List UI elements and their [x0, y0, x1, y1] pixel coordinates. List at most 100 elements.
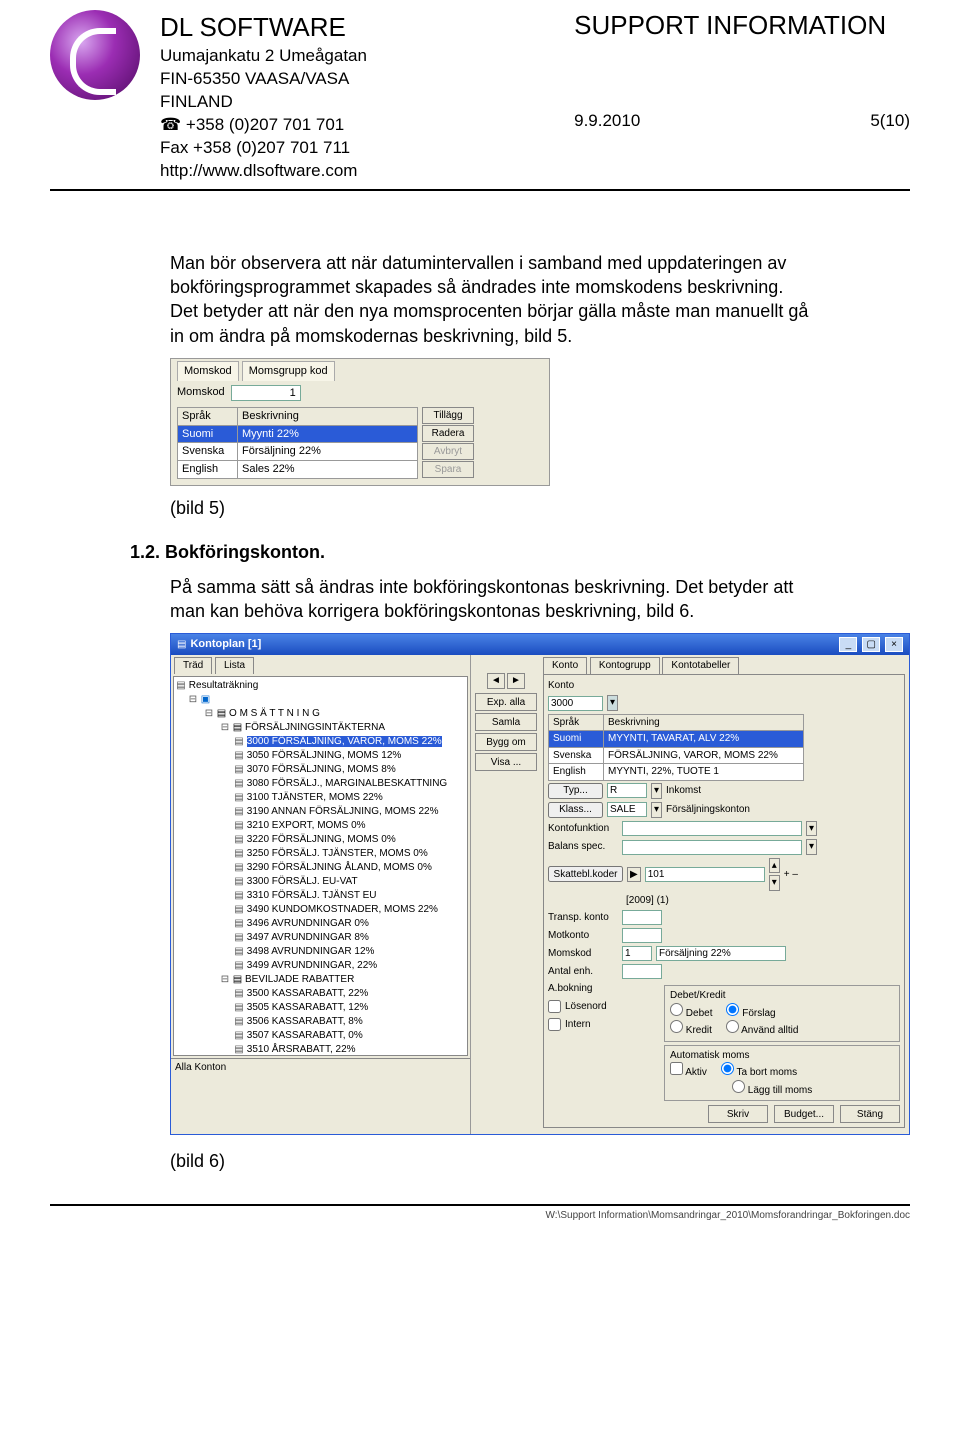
close-icon[interactable]: ×: [885, 637, 903, 652]
doc-icon: ▤: [234, 735, 244, 749]
paragraph: På samma sätt så ändras inte bokföringsk…: [170, 575, 810, 624]
table-row[interactable]: SvenskaFÖRSÄLJNING, VAROR, MOMS 22%: [549, 747, 804, 764]
tab-momskod[interactable]: Momskod: [177, 361, 239, 381]
plus-minus-icon[interactable]: + –: [784, 868, 798, 882]
col-desc: Beskrivning: [238, 407, 418, 425]
motkonto-input[interactable]: [622, 928, 662, 943]
tree-item[interactable]: ▤ 3496 AVRUNDNINGAR 0%: [234, 917, 465, 931]
next-icon[interactable]: ►: [507, 673, 525, 689]
tree-item[interactable]: ▤ 3497 AVRUNDNINGAR 8%: [234, 931, 465, 945]
table-row[interactable]: SuomiMYYNTI, TAVARAT, ALV 22%: [549, 731, 804, 748]
klass-input[interactable]: [607, 802, 647, 817]
typ-input[interactable]: [607, 783, 647, 798]
scroll-up-icon[interactable]: ▴: [769, 858, 780, 874]
doc-icon: ▤: [234, 805, 244, 819]
stang-button[interactable]: Stäng: [840, 1105, 900, 1123]
momskod-input[interactable]: [231, 385, 301, 401]
account-tree[interactable]: ▤ Resultaträkning ⊟ ▣ ⊟ ▤ O M S Ä T T N …: [173, 676, 468, 1056]
typ-button[interactable]: Typ...: [548, 783, 603, 799]
tree-item[interactable]: ▤ 3050 FÖRSÄLJNING, MOMS 12%: [234, 749, 465, 763]
tab-lista[interactable]: Lista: [215, 657, 254, 674]
tree-item[interactable]: ▤ 3506 KASSARABATT, 8%: [234, 1015, 465, 1029]
prev-icon[interactable]: ◄: [487, 673, 505, 689]
tree-item[interactable]: ▤ 3250 FÖRSÄLJ. TJÄNSTER, MOMS 0%: [234, 847, 465, 861]
momskod-desc-input[interactable]: [656, 946, 786, 961]
dropdown-icon[interactable]: ▾: [651, 783, 662, 799]
table-row[interactable]: SuomiMyynti 22%: [178, 425, 418, 443]
tree-item[interactable]: ▤ 3499 AVRUNDNINGAR, 22%: [234, 959, 465, 973]
kredit-radio[interactable]: [670, 1020, 683, 1033]
expand-all-button[interactable]: Exp. alla: [475, 693, 537, 711]
losen-checkbox[interactable]: [548, 999, 561, 1014]
skatt-input[interactable]: [645, 867, 765, 882]
tab-kontogrupp[interactable]: Kontogrupp: [590, 657, 660, 674]
tree-item[interactable]: ▤ 3210 EXPORT, MOMS 0%: [234, 819, 465, 833]
table-row[interactable]: SvenskaFörsäljning 22%: [178, 443, 418, 461]
tabort-radio[interactable]: [721, 1062, 734, 1075]
klass-button[interactable]: Klass...: [548, 802, 603, 818]
budget-button[interactable]: Budget...: [774, 1105, 834, 1123]
tab-trad[interactable]: Träd: [174, 657, 212, 674]
tab-kontotabeller[interactable]: Kontotabeller: [662, 657, 739, 674]
minimize-icon[interactable]: _: [839, 637, 857, 652]
tree-item[interactable]: ▤ 3080 FÖRSÄLJ., MARGINALBESKATTNING: [234, 777, 465, 791]
skriv-button[interactable]: Skriv: [708, 1105, 768, 1123]
tree-item[interactable]: ▤ 3000 FÖRSÄLJNING, VAROR, MOMS 22%: [234, 735, 465, 749]
rebuild-button[interactable]: Bygg om: [475, 733, 537, 751]
momskod-input[interactable]: [622, 946, 652, 961]
tree-item[interactable]: ▤ 3500 KASSARABATT, 22%: [234, 987, 465, 1001]
konto-label: Konto: [548, 679, 618, 693]
minus-icon[interactable]: ⊟: [220, 973, 230, 987]
skatt-button[interactable]: Skattebl.koder: [548, 866, 623, 882]
delete-button[interactable]: Radera: [422, 425, 474, 442]
alltid-radio[interactable]: [726, 1020, 739, 1033]
tree-item[interactable]: ▤ 3510 ÅRSRABATT, 22%: [234, 1043, 465, 1056]
intern-checkbox[interactable]: [548, 1017, 561, 1032]
tree-item[interactable]: ▤ 3498 AVRUNDNINGAR 12%: [234, 945, 465, 959]
transp-input[interactable]: [622, 910, 662, 925]
aktiv-checkbox[interactable]: [670, 1062, 683, 1075]
tree-item[interactable]: ▤ 3070 FÖRSÄLJNING, MOMS 8%: [234, 763, 465, 777]
collapse-button[interactable]: Samla: [475, 713, 537, 731]
tree-item[interactable]: ▤ 3505 KASSARABATT, 12%: [234, 1001, 465, 1015]
dropdown-icon[interactable]: ▾: [651, 802, 662, 818]
col-lang: Språk: [549, 714, 604, 731]
antal-input[interactable]: [622, 964, 662, 979]
show-button[interactable]: Visa ...: [475, 753, 537, 771]
dropdown-icon[interactable]: ▾: [607, 695, 618, 711]
momskod-label: Momskod: [177, 385, 225, 400]
tree-item[interactable]: ▤ 3310 FÖRSÄLJ. TJÄNST EU: [234, 889, 465, 903]
tree-item[interactable]: ▤ 3100 TJÄNSTER, MOMS 22%: [234, 791, 465, 805]
tree-item[interactable]: ▤ 3290 FÖRSÄLJNING ÅLAND, MOMS 0%: [234, 861, 465, 875]
tree-item[interactable]: ▤ 3220 FÖRSÄLJNING, MOMS 0%: [234, 833, 465, 847]
scroll-down-icon[interactable]: ▾: [769, 875, 780, 891]
mid-buttons: ◄ ► Exp. alla Samla Bygg om Visa ...: [471, 655, 541, 1134]
debet-radio[interactable]: [670, 1003, 683, 1016]
laggtill-radio[interactable]: [732, 1080, 745, 1093]
tab-momsgrupp[interactable]: Momsgrupp kod: [242, 361, 335, 381]
add-button[interactable]: Tillägg: [422, 407, 474, 424]
kontofunktion-input[interactable]: [622, 821, 802, 836]
doc-icon: ▤: [234, 945, 244, 959]
table-row[interactable]: EnglishSales 22%: [178, 461, 418, 479]
tree-item[interactable]: ▤ 3490 KUNDOMKOSTNADER, MOMS 22%: [234, 903, 465, 917]
motkonto-label: Motkonto: [548, 929, 618, 943]
tree-item[interactable]: ▤ 3300 FÖRSÄLJ. EU-VAT: [234, 875, 465, 889]
tab-konto[interactable]: Konto: [543, 657, 587, 674]
phone-icon: ☎: [160, 115, 181, 134]
minus-icon[interactable]: ⊟: [204, 707, 214, 721]
forslag-radio[interactable]: [726, 1003, 739, 1016]
konto-input[interactable]: [548, 696, 603, 711]
kontoplan-window: ▤ Kontoplan [1] _ ▢ × Träd Lista ▤ Resul…: [170, 633, 910, 1135]
dropdown-icon[interactable]: ▾: [806, 821, 817, 837]
maximize-icon[interactable]: ▢: [862, 637, 880, 652]
tree-item[interactable]: ▤ 3190 ANNAN FÖRSÄLJNING, MOMS 22%: [234, 805, 465, 819]
balans-input[interactable]: [622, 840, 802, 855]
minus-icon[interactable]: ⊟: [188, 693, 198, 707]
doc-icon: ▤: [234, 1001, 244, 1015]
minus-icon[interactable]: ⊟: [220, 721, 230, 735]
dropdown-icon[interactable]: ▾: [806, 839, 817, 855]
auto-moms-group: Automatisk moms Aktiv Ta bort moms Lägg …: [664, 1045, 900, 1102]
tree-item[interactable]: ▤ 3507 KASSARABATT, 0%: [234, 1029, 465, 1043]
table-row[interactable]: EnglishMYYNTI, 22%, TUOTE 1: [549, 764, 804, 781]
